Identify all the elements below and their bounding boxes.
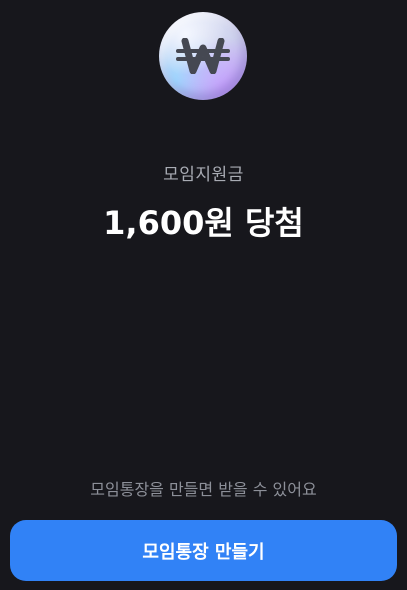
reward-label: 모임지원금 xyxy=(163,165,244,185)
reward-amount-title: 1,600원 당첨 xyxy=(103,204,304,242)
eligibility-notice: 모임통장을 만들면 받을 수 있어요 xyxy=(90,480,317,499)
won-sign-icon xyxy=(176,38,230,74)
won-coin-icon xyxy=(159,12,247,100)
create-group-account-button[interactable]: 모임통장 만들기 xyxy=(10,520,397,581)
